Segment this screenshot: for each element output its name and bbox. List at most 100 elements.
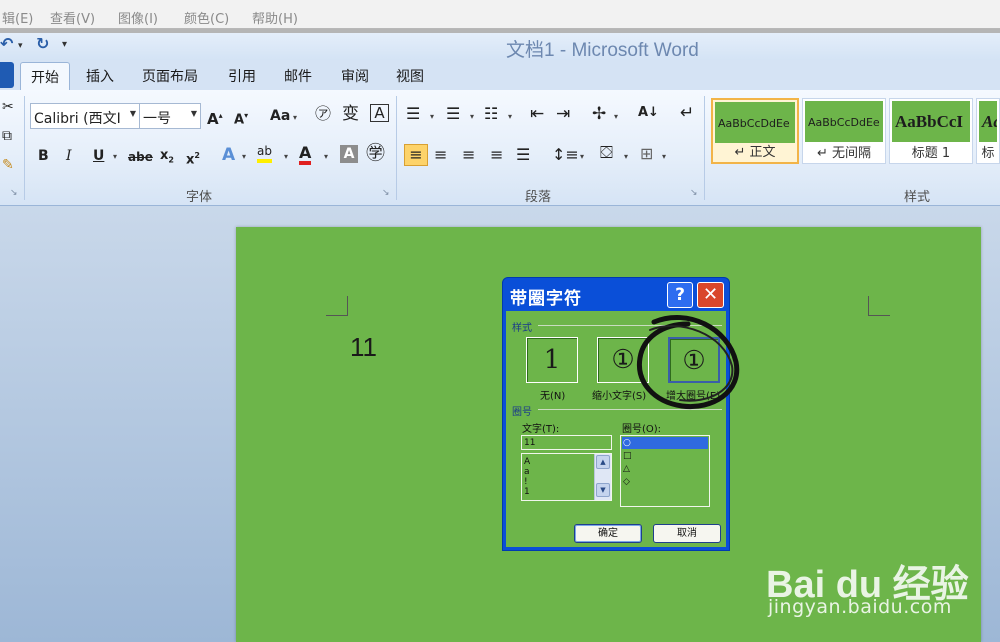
multilevel-list-icon[interactable]: ☷ [484,104,498,124]
qat-customize-icon[interactable]: ▾ [62,39,67,50]
font-color-icon[interactable]: A [299,144,312,165]
font-name-combo[interactable]: Calibri (西文I ▼ [30,103,140,129]
menu-help[interactable]: 帮助(H) [252,8,298,27]
tab-review[interactable]: 审阅 [341,66,369,86]
office-button[interactable] [0,62,14,88]
chevron-down-icon[interactable]: ▾ [508,112,512,121]
tab-mailings[interactable]: 邮件 [284,66,312,86]
align-right-icon[interactable]: ≡ [462,145,475,165]
align-center-icon[interactable]: ≡ [434,145,447,165]
text-input[interactable]: 11 [521,435,612,450]
sort-icon[interactable]: A↓ [638,103,659,123]
increase-indent-icon[interactable]: ⇥ [556,104,570,124]
chevron-down-icon[interactable]: ▾ [430,112,434,121]
align-left-icon[interactable]: ≡ [404,144,428,166]
grow-font-icon[interactable]: A▴ [207,106,223,129]
undo-icon[interactable]: ↶ [0,34,13,53]
text-effects-icon[interactable]: A [222,145,235,165]
menu-view[interactable]: 查看(V) [50,8,95,27]
change-case-icon[interactable]: Aa [270,106,290,126]
shrink-font-icon[interactable]: A▾ [234,106,248,130]
bold-icon[interactable]: B [38,146,49,166]
menu-edit[interactable]: 辑(E) [2,8,33,27]
chevron-down-icon[interactable]: ▾ [662,152,666,161]
list-scrollbar[interactable]: ▲ ▼ [594,454,611,500]
underline-icon[interactable]: U [93,146,104,166]
chevron-down-icon[interactable]: ▾ [614,112,618,121]
format-painter-icon[interactable]: ✎ [2,155,14,175]
enclosure-list[interactable]: ○ □ △ ◇ [620,435,710,507]
justify-icon[interactable]: ≡ [490,145,503,165]
asian-layout-icon[interactable]: ✢ [592,104,606,124]
style-no-spacing[interactable]: AaBbCcDdEe ↵ 无间隔 [802,98,886,164]
decrease-indent-icon[interactable]: ⇤ [530,104,544,124]
shading-icon[interactable]: ⛋ [600,143,613,163]
tab-view[interactable]: 视图 [396,66,424,86]
character-border-icon[interactable]: A [370,104,389,122]
clear-format-icon[interactable]: ㋐ [315,104,331,124]
style-heading-2[interactable]: Aa 标 [976,98,1000,164]
line-spacing-icon[interactable]: ↕≡ [552,145,579,165]
enclose-characters-icon[interactable]: ㊫ [366,143,385,163]
list-item[interactable]: 1 [524,487,530,497]
window-title: 文档1 - Microsoft Word [506,40,699,61]
highlight-icon[interactable]: ab [257,144,272,163]
redo-icon[interactable]: ↻ [36,34,49,53]
style-section-label: 样式 [512,323,532,334]
clipboard-launcher-icon[interactable]: ↘ [10,188,18,198]
superscript-icon[interactable]: x2 [186,146,200,170]
font-size-combo[interactable]: 一号 ▼ [139,103,201,129]
italic-icon[interactable]: I [66,146,72,166]
character-shading-icon[interactable]: A [340,145,358,163]
chevron-down-icon[interactable]: ▾ [284,152,288,161]
style-option-none[interactable]: 1 [526,337,578,383]
distribute-icon[interactable]: ☰ [516,145,530,165]
strikethrough-icon[interactable]: abe [128,147,153,167]
list-item[interactable]: ○ [623,438,631,448]
style-heading-1[interactable]: AaBbCcI 标题 1 [889,98,973,164]
text-field-label: 文字(T): [522,424,560,435]
font-name-value: Calibri (西文I [34,111,121,127]
chevron-down-icon[interactable]: ▾ [293,113,297,122]
scroll-down-icon[interactable]: ▼ [596,483,610,497]
tab-insert[interactable]: 插入 [86,66,114,86]
menu-image[interactable]: 图像(I) [118,8,158,27]
show-marks-icon[interactable]: ↵ [680,103,694,123]
chevron-down-icon[interactable]: ▾ [113,152,117,161]
tab-references[interactable]: 引用 [228,66,256,86]
annotation-circle [636,315,740,410]
tab-home[interactable]: 开始 [20,62,70,91]
styles-group-label: 样式 [904,190,931,205]
menu-color[interactable]: 颜色(C) [184,8,229,27]
copy-icon[interactable]: ⧉ [2,126,12,146]
close-button[interactable]: ✕ [697,282,724,308]
chevron-down-icon[interactable]: ▾ [624,152,628,161]
tab-page-layout[interactable]: 页面布局 [142,66,198,86]
chevron-down-icon[interactable]: ▾ [580,152,584,161]
numbering-icon[interactable]: ☰ [446,104,460,124]
list-item[interactable]: □ [623,451,632,461]
cancel-button[interactable]: 取消 [653,524,721,543]
undo-dropdown-icon[interactable]: ▾ [18,41,23,51]
document-text[interactable]: 11 [350,332,377,363]
list-item[interactable]: ◇ [623,477,630,487]
cut-icon[interactable]: ✂ [2,97,14,117]
font-launcher-icon[interactable]: ↘ [382,188,390,198]
chevron-down-icon[interactable]: ▾ [242,152,246,161]
chevron-down-icon[interactable]: ▾ [470,112,474,121]
list-item[interactable]: △ [623,464,630,474]
borders-icon[interactable]: ⊞ [640,144,653,164]
phonetic-guide-icon[interactable]: 变 [342,104,359,124]
paragraph-launcher-icon[interactable]: ↘ [690,188,698,198]
subscript-icon[interactable]: x2 [160,146,174,171]
text-list[interactable]: A a ! 1 ▲ ▼ [521,453,612,501]
style-normal[interactable]: AaBbCcDdEe ↵ 正文 [711,98,799,164]
ok-button[interactable]: 确定 [574,524,642,543]
bullets-icon[interactable]: ☰ [406,104,420,124]
list-item[interactable]: a [524,467,530,477]
list-item[interactable]: A [524,457,530,467]
help-button[interactable]: ? [667,282,693,308]
scroll-up-icon[interactable]: ▲ [596,455,610,469]
list-item[interactable]: ! [524,477,528,487]
chevron-down-icon[interactable]: ▾ [324,152,328,161]
